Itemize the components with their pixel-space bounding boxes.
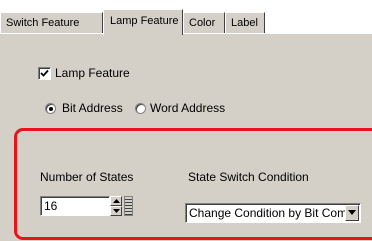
bit-address-label: Bit Address	[62, 101, 123, 115]
number-of-states-input[interactable]: 16	[40, 196, 110, 216]
tab-switch-feature[interactable]: Switch Feature	[0, 12, 103, 33]
bit-address-radio[interactable]	[45, 103, 56, 114]
tab-panel-edge	[0, 33, 372, 34]
tab-label: Switch Feature	[6, 17, 80, 29]
dropdown-button[interactable]	[345, 205, 359, 221]
arrow-up-icon	[113, 199, 120, 203]
tab-color[interactable]: Color	[183, 12, 225, 33]
parts-settings-dialog: Switch Feature Lamp Feature Color Label …	[0, 0, 372, 241]
tab-label: Lamp Feature	[110, 15, 179, 27]
lamp-feature-checkbox[interactable]	[38, 67, 51, 80]
arrow-down-icon	[113, 209, 120, 213]
highlight-frame	[14, 128, 372, 240]
number-of-states-label: Number of States	[40, 170, 134, 184]
spin-down-button[interactable]	[110, 206, 122, 216]
radio-selected-dot	[49, 107, 53, 111]
tab-label[interactable]: Label	[225, 12, 265, 33]
lamp-feature-label: Lamp Feature	[55, 66, 130, 80]
tab-lamp-feature[interactable]: Lamp Feature	[103, 9, 183, 35]
check-icon	[40, 69, 49, 77]
tab-label: Color	[189, 17, 216, 29]
tab-label-text: Label	[231, 17, 258, 29]
word-address-radio[interactable]	[135, 103, 146, 114]
chevron-down-icon	[348, 210, 356, 215]
state-switch-condition-label: State Switch Condition	[188, 170, 309, 184]
state-switch-condition-select[interactable]: Change Condition by Bit Combination	[185, 203, 361, 223]
state-switch-condition-value: Change Condition by Bit Combination	[189, 206, 345, 220]
number-of-states-value: 16	[44, 199, 58, 213]
number-of-states-spinner	[110, 196, 122, 216]
word-address-label: Word Address	[150, 101, 226, 115]
spinner-grip-icon[interactable]	[124, 196, 133, 216]
spin-up-button[interactable]	[110, 196, 122, 206]
